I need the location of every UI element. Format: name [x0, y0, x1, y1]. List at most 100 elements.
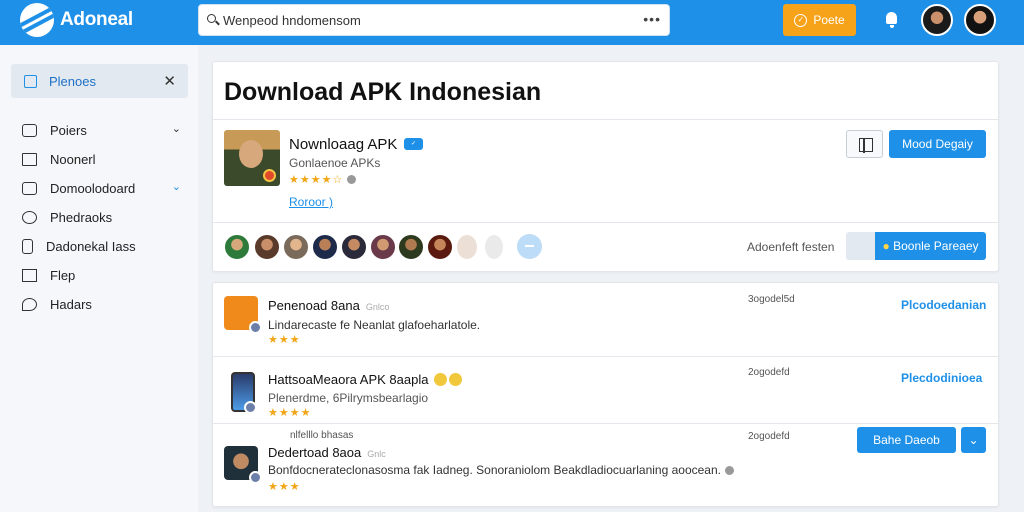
verified-badge-icon: ✓	[404, 138, 423, 150]
row-title: Dedertoad 8aoa Gnlc	[268, 445, 386, 460]
app-name: Nownloaag APK	[289, 136, 398, 153]
primary-action-label: Boonle Pareaey	[893, 239, 979, 253]
bookmark-button[interactable]	[846, 130, 883, 158]
promo-button-label: Poete	[813, 13, 845, 27]
check-circle-icon: ✓	[794, 13, 808, 27]
row-description: Bonfdocnerateclonasosma fak Iadneg. Sono…	[268, 463, 734, 477]
row-title: HattsoaMeaora APK 8aapla	[268, 372, 463, 387]
folder-icon	[22, 123, 37, 137]
app-badge-icon	[249, 471, 262, 484]
search-bar[interactable]: •••	[198, 4, 670, 36]
row-action-button[interactable]: Bahe Daeob	[857, 427, 956, 453]
sidebar: Plenoes ✕ Poiers ⌄ Noonerl Domoolodoard …	[0, 45, 198, 512]
sidebar-item-label: Domoolodoard	[50, 180, 136, 196]
sidebar-item-label: Dadonekal Iass	[46, 238, 136, 254]
app-detail-card: Download APK Indonesian Nownloaag APK ✓ …	[212, 61, 999, 272]
list-item[interactable]: HattsoaMeaora APK 8aapla Plenerdme, 6Pil…	[213, 357, 998, 423]
secondary-button[interactable]	[846, 232, 875, 260]
profile-avatar[interactable]	[964, 4, 996, 36]
app-icon	[224, 296, 262, 334]
avatar[interactable]	[312, 234, 338, 260]
app-thumbnail[interactable]	[224, 130, 280, 186]
emoji-icon	[434, 373, 448, 386]
sidebar-item-label: Poiers	[50, 122, 87, 138]
avatar[interactable]	[456, 234, 478, 260]
info-icon[interactable]	[347, 175, 357, 184]
flag-icon	[22, 268, 37, 282]
row-title-text: Dedertoad 8aoa	[268, 445, 362, 460]
avatar[interactable]	[484, 234, 504, 260]
chat-icon	[22, 297, 37, 311]
row-description-text: Bonfdocnerateclonasosma fak Iadneg. Sono…	[268, 463, 721, 477]
row-date: 2ogodefd	[748, 367, 790, 378]
more-options-icon[interactable]: •••	[643, 11, 661, 27]
promo-button[interactable]: ✓ Poete	[783, 4, 856, 36]
notification-bell-icon[interactable]	[882, 10, 902, 30]
rating-stars: ★★★★☆	[289, 174, 344, 186]
sidebar-header-label: Plenoes	[49, 73, 96, 89]
sidebar-item-label: Phedraoks	[50, 209, 113, 225]
avatar[interactable]	[427, 234, 453, 260]
search-icon	[207, 14, 219, 26]
checkbox-icon	[24, 74, 37, 88]
app-badge-icon	[263, 169, 276, 182]
avatar[interactable]	[283, 234, 309, 260]
sidebar-item-hadars[interactable]: Hadars	[22, 293, 187, 315]
row-date: 2ogodefd	[748, 431, 790, 442]
avatar[interactable]	[341, 234, 367, 260]
rating-stars: ★★★★	[268, 407, 312, 419]
row-title-text: Penenoad 8ana	[268, 298, 360, 313]
row-link[interactable]: Plcodoedanian	[901, 298, 986, 312]
edit-icon	[22, 152, 37, 166]
user-avatar[interactable]	[921, 4, 953, 36]
row-dropdown-button[interactable]: ⌄	[961, 427, 986, 453]
logo[interactable]: Adoneal	[20, 3, 133, 37]
app-developer: Gonlaenoe APKs	[289, 156, 381, 170]
row-date: 3ogodel5d	[748, 294, 795, 305]
avatar[interactable]	[398, 234, 424, 260]
sidebar-item-dadonekal[interactable]: Dadonekal Iass	[22, 235, 187, 257]
sidebar-item-phedraoks[interactable]: Phedraoks	[22, 206, 187, 228]
more-avatars-icon[interactable]	[517, 234, 542, 259]
avatar[interactable]	[254, 234, 280, 260]
avatar[interactable]	[224, 234, 250, 260]
divider	[213, 119, 998, 120]
search-input[interactable]	[223, 12, 643, 28]
logo-text: Adoneal	[60, 9, 133, 30]
row-subtitle: nlfelllo bhasas	[290, 430, 354, 441]
info-icon[interactable]	[724, 466, 734, 475]
app-badge-icon	[249, 321, 262, 334]
tablet-icon	[22, 238, 33, 254]
list-item[interactable]: Penenoad 8ana Gnlco Lindarecaste fe Neanl…	[213, 283, 998, 356]
row-link[interactable]: Plecdodinioea	[901, 371, 982, 385]
lightbulb-icon: ●	[882, 239, 890, 253]
refresh-icon	[22, 210, 37, 224]
chevron-down-icon[interactable]: ⌄	[172, 180, 181, 193]
divider	[213, 222, 998, 223]
app-badge-icon	[244, 401, 257, 414]
page-title: Download APK Indonesian	[224, 78, 542, 106]
install-button[interactable]: Mood Degaiy	[889, 130, 986, 158]
sidebar-item-noonerl[interactable]: Noonerl	[22, 148, 187, 170]
app-icon	[224, 446, 262, 484]
logo-icon	[20, 3, 54, 37]
sidebar-header[interactable]: Plenoes ✕	[11, 64, 188, 98]
phone-app-icon	[231, 372, 257, 414]
row-tag: Gnlc	[367, 449, 386, 459]
list-item[interactable]: nlfelllo bhasas Dedertoad 8aoa Gnlc Bonfd…	[213, 424, 998, 506]
sidebar-item-label: Flep	[50, 267, 76, 283]
row-title: Penenoad 8ana Gnlco	[268, 298, 389, 313]
sidebar-item-flep[interactable]: Flep	[22, 264, 187, 286]
app-link[interactable]: Roroor )	[289, 195, 333, 209]
primary-action-button[interactable]: ● Boonle Pareaey	[875, 232, 986, 260]
rating-stars: ★★★	[268, 334, 301, 346]
row-description: Lindarecaste fe Neanlat glafoeharlatole.	[268, 318, 481, 332]
app-list-card: Penenoad 8ana Gnlco Lindarecaste fe Neanl…	[212, 282, 999, 507]
sidebar-item-poiers[interactable]: Poiers ⌄	[22, 119, 187, 141]
avatar[interactable]	[370, 234, 396, 260]
sidebar-item-domoolodoard[interactable]: Domoolodoard ⌄	[22, 177, 187, 199]
chevron-down-icon[interactable]: ⌄	[172, 122, 181, 135]
top-bar: Adoneal ••• ✓ Poete	[0, 0, 1024, 45]
recent-label: Adoenfeft festen	[747, 240, 835, 254]
close-icon[interactable]: ✕	[163, 72, 176, 90]
